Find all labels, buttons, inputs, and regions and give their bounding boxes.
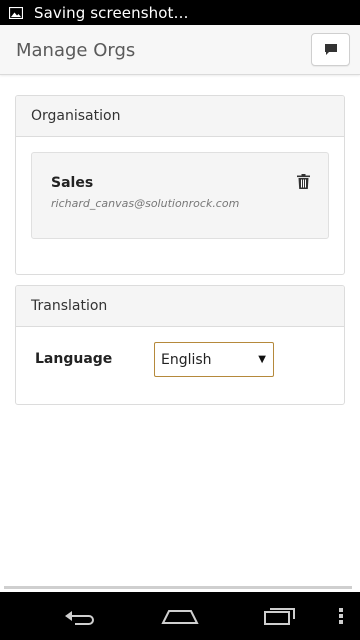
- app-header: Manage Orgs: [0, 25, 360, 75]
- org-email: richard_canvas@solutionrock.com: [51, 197, 240, 210]
- organisation-header: Organisation: [16, 96, 344, 137]
- org-list-item[interactable]: Sales richard_canvas@solutionrock.com: [31, 152, 329, 239]
- recents-button[interactable]: [250, 592, 310, 640]
- recents-icon: [264, 608, 295, 625]
- org-name: Sales: [51, 175, 94, 191]
- translation-card: Translation Language English ▼: [15, 285, 345, 405]
- overflow-menu-button[interactable]: [328, 592, 354, 640]
- translation-header: Translation: [16, 286, 344, 327]
- home-icon: [161, 610, 199, 624]
- scroll-indicator: [4, 586, 352, 589]
- delete-org-button[interactable]: [294, 171, 312, 191]
- image-icon: [9, 6, 23, 19]
- overflow-menu-icon: [339, 608, 343, 624]
- feedback-button[interactable]: [311, 33, 350, 66]
- language-label: Language: [35, 351, 113, 367]
- dropdown-caret-icon: ▼: [258, 354, 266, 365]
- trash-icon: [296, 173, 310, 189]
- language-select[interactable]: English ▼: [154, 342, 274, 377]
- home-button[interactable]: [150, 592, 210, 640]
- back-icon: [65, 611, 94, 625]
- status-text: Saving screenshot…: [34, 3, 189, 22]
- status-bar: Saving screenshot…: [0, 0, 360, 25]
- language-value: English: [161, 351, 212, 368]
- chat-bubble-icon: [324, 44, 337, 55]
- navigation-bar: [0, 592, 360, 640]
- organisation-card: Organisation Sales richard_canvas@soluti…: [15, 95, 345, 275]
- page-title: Manage Orgs: [16, 40, 136, 61]
- back-button[interactable]: [50, 592, 110, 640]
